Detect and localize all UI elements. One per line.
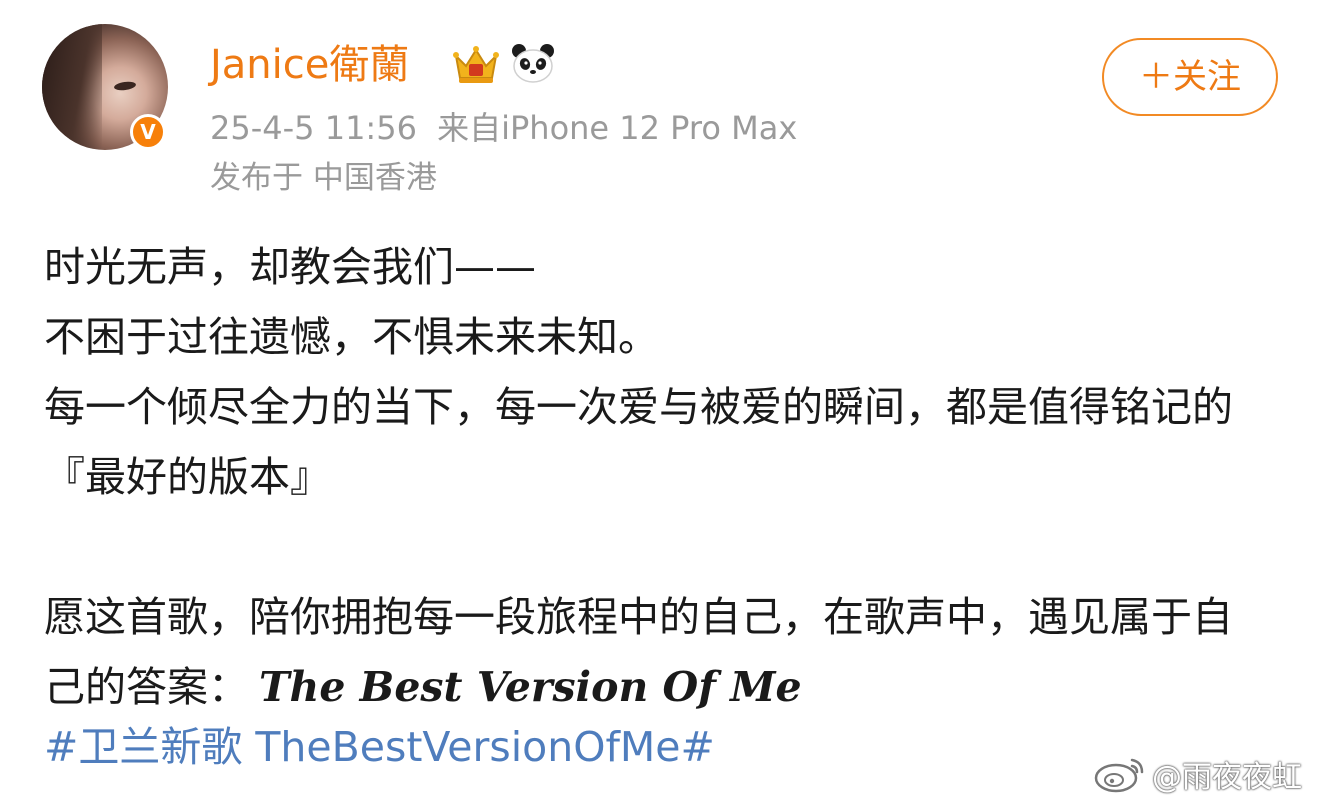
song-title: The Best Version Of Me [259,663,802,711]
watermark-text: @雨夜夜虹 [1152,760,1302,795]
avatar-hair [42,24,102,150]
post-meta: 25-4-5 11:56 来自iPhone 12 Pro Max [210,106,797,150]
post-source: 来自iPhone 12 Pro Max [437,109,798,147]
panda-icon[interactable] [510,42,556,84]
post-timestamp[interactable]: 25-4-5 11:56 [210,109,417,147]
post-line: 每一个倾尽全力的当下，每一次爱与被爱的瞬间，都是值得铭记的『最好的版本』 [44,383,1233,501]
post-line: 不困于过往遗憾，不惧未来未知。 [44,313,659,361]
verified-badge-icon: V [130,114,166,150]
hashtag-link[interactable]: #卫兰新歌 TheBestVersionOfMe# [44,712,715,782]
crown-icon[interactable] [450,42,502,86]
post-line: 时光无声，却教会我们—— [44,243,536,291]
follow-button[interactable]: ＋关注 [1102,38,1278,116]
weibo-icon [1094,758,1144,793]
avatar-eye [113,80,137,92]
post-line: 愿这首歌，陪你拥抱每一段旅程中的自己，在歌声中，遇见属于自己的答案： The Be… [44,582,1254,722]
post-content: 时光无声，却教会我们—— 不困于过往遗憾，不惧未来未知。 每一个倾尽全力的当下，… [44,232,1254,722]
watermark: @雨夜夜虹 [1092,752,1302,796]
post-location: 发布于 中国香港 [210,160,437,196]
author-name[interactable]: Janice衛蘭 [210,40,409,90]
